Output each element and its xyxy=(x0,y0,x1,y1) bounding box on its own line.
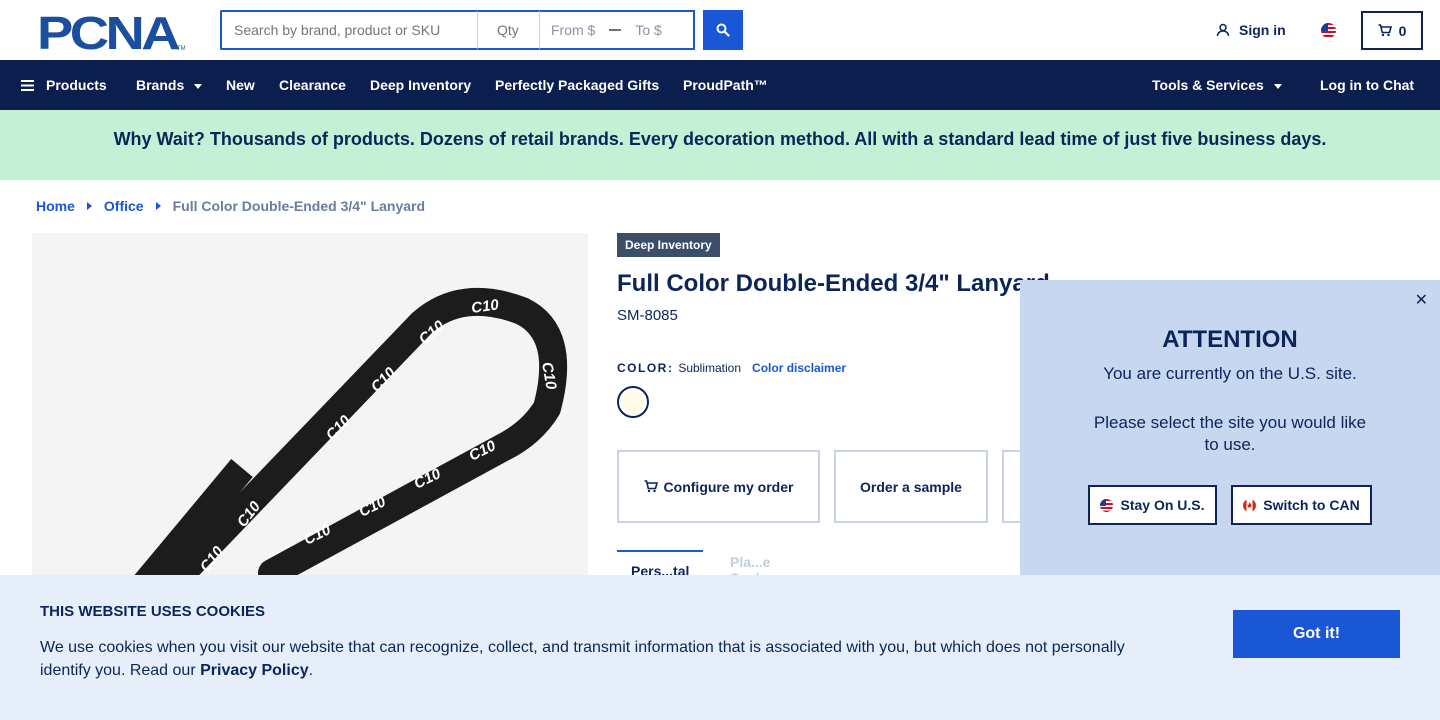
svg-text:TM: TM xyxy=(177,46,185,52)
promo-text: Why Wait? Thousands of products. Dozens … xyxy=(113,129,1327,149)
us-flag-icon[interactable] xyxy=(1321,23,1336,38)
price-dash xyxy=(609,29,622,31)
canada-flag-icon xyxy=(1243,498,1257,512)
site-select-popup: ✕ ATTENTION You are currently on the U.S… xyxy=(1020,280,1440,575)
sign-in-link[interactable]: Sign in xyxy=(1216,22,1286,38)
close-icon[interactable]: ✕ xyxy=(1415,290,1428,310)
nav-tools-label: Tools & Services xyxy=(1152,77,1264,93)
color-row: COLOR: Sublimation Color disclaimer xyxy=(617,361,846,375)
search-icon xyxy=(716,23,730,37)
promo-banner: Why Wait? Thousands of products. Dozens … xyxy=(0,110,1440,180)
nav-chat[interactable]: Log in to Chat xyxy=(1320,60,1414,110)
nav-products[interactable]: Products xyxy=(21,60,107,110)
accept-cookies-button[interactable]: Got it! xyxy=(1233,610,1400,658)
breadcrumb: Home Office Full Color Double-Ended 3/4"… xyxy=(36,198,425,214)
color-label: COLOR: xyxy=(617,361,674,375)
product-title: Full Color Double-Ended 3/4" Lanyard xyxy=(617,270,1050,297)
nav-proudpath-label: ProudPath™ xyxy=(683,77,768,93)
caret-right-icon xyxy=(155,202,161,210)
cookie-banner: THIS WEBSITE USES COOKIES We use cookies… xyxy=(0,575,1440,720)
hamburger-icon xyxy=(21,79,34,91)
color-swatch[interactable] xyxy=(617,386,649,418)
sign-in-label: Sign in xyxy=(1239,22,1286,38)
pcna-logo[interactable]: PCNA TM xyxy=(37,12,185,52)
color-disclaimer-link[interactable]: Color disclaimer xyxy=(752,361,846,375)
nav-new[interactable]: New xyxy=(226,60,255,110)
configure-order-label: Configure my order xyxy=(663,478,794,495)
stay-us-button[interactable]: Stay On U.S. xyxy=(1088,485,1217,525)
search-button[interactable] xyxy=(703,10,743,50)
cart-icon xyxy=(644,480,658,493)
user-icon xyxy=(1216,23,1230,37)
cart-icon xyxy=(1378,24,1392,37)
badge-label: Deep Inventory xyxy=(625,238,712,252)
nav-gifts[interactable]: Perfectly Packaged Gifts xyxy=(495,60,659,110)
main-nav: Products Brands New Clearance Deep Inven… xyxy=(0,60,1440,110)
popup-line-2: Please select the site you would like to… xyxy=(1093,413,1367,454)
breadcrumb-office[interactable]: Office xyxy=(104,198,144,214)
price-from[interactable]: From $ xyxy=(551,22,595,38)
stay-us-label: Stay On U.S. xyxy=(1120,497,1205,513)
logo-text: PCNA xyxy=(37,12,179,52)
switch-can-label: Switch to CAN xyxy=(1263,497,1360,513)
nav-tools[interactable]: Tools & Services xyxy=(1152,60,1282,110)
qty-input[interactable] xyxy=(478,10,540,50)
product-sku: SM-8085 xyxy=(617,307,678,324)
nav-new-label: New xyxy=(226,77,255,93)
search-bar: From $ To $ xyxy=(220,10,695,50)
site-header: PCNA TM From $ To $ Sign in 0 xyxy=(0,0,1440,60)
search-input[interactable] xyxy=(220,10,478,50)
switch-can-button[interactable]: Switch to CAN xyxy=(1231,485,1372,525)
nav-chat-label: Log in to Chat xyxy=(1320,77,1415,93)
color-value: Sublimation xyxy=(678,361,742,375)
configure-order-button[interactable]: Configure my order xyxy=(617,450,820,523)
nav-clearance-label: Clearance xyxy=(279,77,346,93)
cookie-period: . xyxy=(308,662,314,679)
us-flag-icon xyxy=(1100,498,1114,512)
popup-heading: ATTENTION xyxy=(1162,326,1298,353)
chevron-down-icon xyxy=(194,83,203,89)
nav-products-label: Products xyxy=(46,77,107,93)
cart-button[interactable]: 0 xyxy=(1361,11,1423,50)
breadcrumb-current: Full Color Double-Ended 3/4" Lanyard xyxy=(172,198,426,214)
deep-inventory-badge: Deep Inventory xyxy=(617,233,720,257)
order-sample-button[interactable]: Order a sample xyxy=(834,450,988,523)
nav-gifts-label: Perfectly Packaged Gifts xyxy=(495,77,660,93)
nav-clearance[interactable]: Clearance xyxy=(279,60,346,110)
nav-deep-inventory[interactable]: Deep Inventory xyxy=(370,60,471,110)
breadcrumb-home[interactable]: Home xyxy=(36,198,75,214)
cart-count: 0 xyxy=(1398,22,1407,39)
cookie-heading: THIS WEBSITE USES COOKIES xyxy=(40,603,266,620)
price-to[interactable]: To $ xyxy=(635,22,661,38)
chevron-down-icon xyxy=(1273,83,1282,89)
popup-line-1: You are currently on the U.S. site. xyxy=(1103,364,1357,383)
privacy-policy-link[interactable]: Privacy Policy xyxy=(200,662,309,679)
nav-proudpath[interactable]: ProudPath™ xyxy=(683,60,768,110)
nav-deep-inventory-label: Deep Inventory xyxy=(370,77,472,93)
order-sample-label: Order a sample xyxy=(860,478,962,495)
nav-brands-label: Brands xyxy=(136,77,185,93)
price-range[interactable]: From $ To $ xyxy=(540,10,695,50)
caret-right-icon xyxy=(86,202,92,210)
cookie-text: We use cookies when you visit our websit… xyxy=(40,636,1140,682)
nav-brands[interactable]: Brands xyxy=(136,60,203,110)
